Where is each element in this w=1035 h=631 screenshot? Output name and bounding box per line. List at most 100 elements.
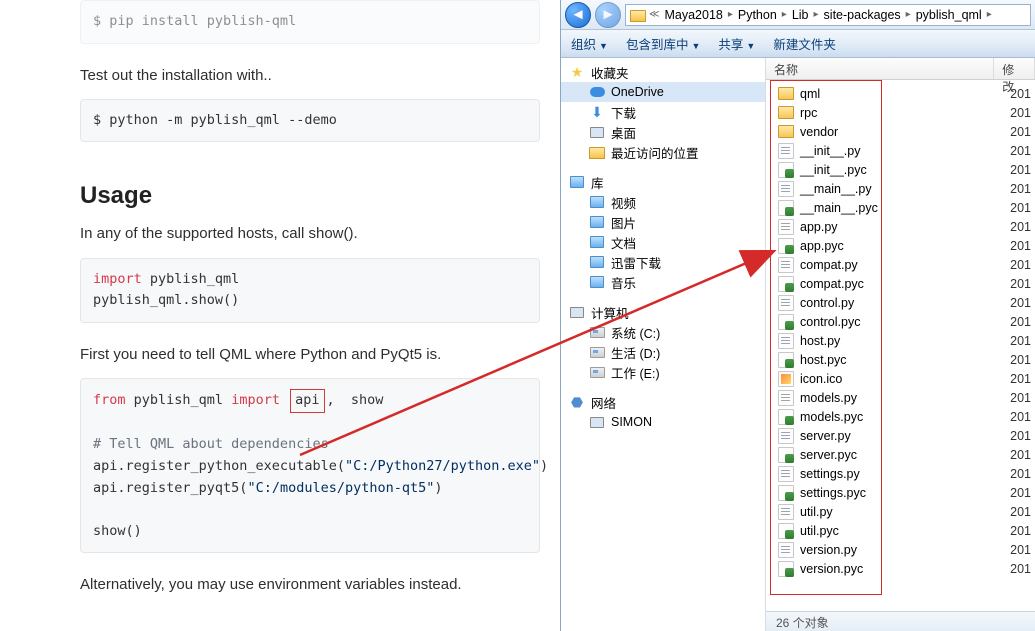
text-alt: Alternatively, you may use environment v… [80,573,540,596]
computer-icon [570,307,584,318]
download-icon: ⬇ [589,104,605,120]
file-row[interactable]: app.py201 [778,217,1031,236]
crumb[interactable]: Lib [790,8,811,22]
file-row[interactable]: control.pyc201 [778,312,1031,331]
tree-desktop[interactable]: 桌面 [561,122,765,142]
tree-onedrive[interactable]: OneDrive [561,82,765,102]
file-row[interactable]: server.py201 [778,426,1031,445]
crumb[interactable]: Python [736,8,779,22]
txtfile-icon [778,466,794,482]
explorer-window: ◄ ► ≪ Maya2018▸ Python▸ Lib▸ site-packag… [560,0,1035,631]
file-date: 201 [1010,448,1031,462]
tree-simon[interactable]: SIMON [561,412,765,432]
file-row[interactable]: version.pyc201 [778,559,1031,578]
file-row[interactable]: rpc201 [778,103,1031,122]
file-row[interactable]: qml201 [778,84,1031,103]
file-row[interactable]: server.pyc201 [778,445,1031,464]
txtfile-icon [778,390,794,406]
tree-drive-c[interactable]: 系统 (C:) [561,322,765,342]
pyfile-icon [778,561,794,577]
tree-videos[interactable]: 视频 [561,192,765,212]
text-first: First you need to tell QML where Python … [80,343,540,366]
file-row[interactable]: vendor201 [778,122,1031,141]
pyfile-icon [778,447,794,463]
document-icon [590,236,604,248]
breadcrumb[interactable]: ≪ Maya2018▸ Python▸ Lib▸ site-packages▸ … [625,4,1031,26]
drive-icon [590,367,605,378]
icoimg-icon [778,371,794,387]
folder-icon [778,105,794,121]
file-date: 201 [1010,391,1031,405]
nav-back-button[interactable]: ◄ [565,2,591,28]
pyfile-icon [778,276,794,292]
file-row[interactable]: util.py201 [778,502,1031,521]
file-row[interactable]: models.py201 [778,388,1031,407]
file-date: 201 [1010,505,1031,519]
file-date: 201 [1010,296,1031,310]
file-row[interactable]: settings.pyc201 [778,483,1031,502]
api-highlight: api [290,389,324,413]
file-row[interactable]: host.pyc201 [778,350,1031,369]
file-name: settings.py [800,467,860,481]
pyfile-icon [778,409,794,425]
text-test: Test out the installation with.. [80,64,540,87]
tree-network[interactable]: ⬣ 网络 [561,392,765,412]
file-row[interactable]: compat.pyc201 [778,274,1031,293]
file-name: app.pyc [800,239,844,253]
file-name: util.pyc [800,524,839,538]
file-date: 201 [1010,524,1031,538]
tree-music[interactable]: 音乐 [561,272,765,292]
nav-forward-button[interactable]: ► [595,2,621,28]
file-row[interactable]: settings.py201 [778,464,1031,483]
cloud-icon [590,87,605,97]
file-row[interactable]: icon.ico201 [778,369,1031,388]
file-date: 201 [1010,201,1031,215]
tree-libraries[interactable]: 库 [561,172,765,192]
crumb[interactable]: pyblish_qml [914,8,984,22]
tree-documents[interactable]: 文档 [561,232,765,252]
file-row[interactable]: models.pyc201 [778,407,1031,426]
txtfile-icon [778,504,794,520]
column-header[interactable]: 名称 修改 [766,58,1035,80]
tree-recent[interactable]: 最近访问的位置 [561,142,765,162]
toolbar-newfolder[interactable]: 新建文件夹 [773,34,836,53]
txtfile-icon [778,257,794,273]
txtfile-icon [778,428,794,444]
crumb[interactable]: Maya2018 [662,8,724,22]
file-row[interactable]: __main__.pyc201 [778,198,1031,217]
tree-xunlei[interactable]: 迅雷下载 [561,252,765,272]
col-name[interactable]: 名称 [766,58,994,79]
txtfile-icon [778,143,794,159]
file-row[interactable]: __init__.py201 [778,141,1031,160]
file-row[interactable]: control.py201 [778,293,1031,312]
toolbar-organize[interactable]: 组织▼ [571,34,608,53]
tree-computer[interactable]: 计算机 [561,302,765,322]
file-row[interactable]: util.pyc 201 [778,521,1031,540]
file-date: 201 [1010,372,1031,386]
folder-icon [589,147,605,159]
file-name: host.py [800,334,840,348]
toolbar-share[interactable]: 共享▼ [718,34,755,53]
file-row[interactable]: compat.py201 [778,255,1031,274]
toolbar-include[interactable]: 包含到库中▼ [626,34,700,53]
col-modified[interactable]: 修改 [994,58,1035,79]
tree-pictures[interactable]: 图片 [561,212,765,232]
file-row[interactable]: __main__.py201 [778,179,1031,198]
computer-icon [590,417,604,428]
file-row[interactable]: __init__.pyc201 [778,160,1031,179]
code-usage-2: from pyblish_qml import api, show # Tell… [80,378,540,553]
file-row[interactable]: version.py201 [778,540,1031,559]
file-date: 201 [1010,543,1031,557]
tree-favorites[interactable]: ★ 收藏夹 [561,62,765,82]
pyfile-icon [778,238,794,254]
tree-drive-d[interactable]: 生活 (D:) [561,342,765,362]
file-date: 201 [1010,562,1031,576]
file-row[interactable]: app.pyc201 [778,236,1031,255]
tree-downloads[interactable]: ⬇ 下载 [561,102,765,122]
nav-tree[interactable]: ★ 收藏夹 OneDrive ⬇ 下载 桌面 最近访问的位置 [561,58,766,631]
text-usage: In any of the supported hosts, call show… [80,222,540,245]
file-list-pane[interactable]: 名称 修改 qml201rpc201vendor201__init__.py20… [766,58,1035,631]
tree-drive-e[interactable]: 工作 (E:) [561,362,765,382]
crumb[interactable]: site-packages [822,8,903,22]
file-row[interactable]: host.py201 [778,331,1031,350]
